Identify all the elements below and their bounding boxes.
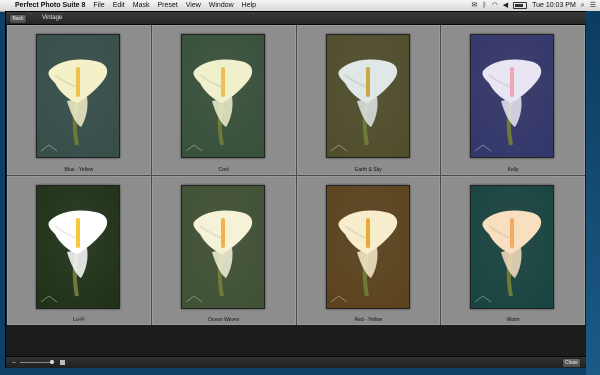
calla-lily-image — [326, 185, 409, 308]
volume-icon[interactable]: ◀ — [503, 0, 508, 11]
calla-lily-image — [471, 35, 554, 157]
toolbar: Back Vintage — [6, 12, 586, 25]
preset-thumbnail — [325, 34, 410, 158]
preset-thumbnail — [180, 184, 265, 309]
preset-cell[interactable]: Kelly — [441, 25, 585, 175]
desktop-background — [586, 11, 600, 375]
zoom-slider-knob[interactable] — [50, 360, 54, 364]
menu-mask[interactable]: Mask — [133, 0, 150, 11]
preset-label: Earth & Sky — [355, 166, 382, 173]
preset-thumbnail — [36, 184, 120, 309]
menubar-clock[interactable]: Tue 10:03 PM — [532, 0, 576, 11]
menu-file[interactable]: File — [93, 0, 104, 11]
preset-label: Ocean Waves — [208, 317, 240, 323]
menu-edit[interactable]: Edit — [113, 0, 125, 11]
calla-lily-image — [471, 185, 554, 308]
preset-label: Lo-Fi — [73, 317, 85, 323]
preset-cell[interactable]: Earth & Sky — [296, 25, 441, 175]
footer-bar: – Close — [6, 356, 586, 368]
menu-preset[interactable]: Preset — [157, 0, 177, 11]
preset-thumbnail — [325, 184, 410, 309]
battery-icon[interactable] — [513, 2, 528, 9]
calla-lily-image — [181, 35, 264, 157]
menu-help[interactable]: Help — [242, 0, 256, 11]
preset-cell[interactable]: Lo-Fi — [7, 175, 151, 325]
app-window: Back Vintage Blue - Yellow Cool Earth & … — [5, 11, 587, 368]
close-button[interactable]: Close — [562, 358, 581, 368]
panel-title: Vintage — [42, 15, 63, 21]
preset-label: Warm — [506, 317, 520, 323]
back-button[interactable]: Back — [9, 14, 27, 24]
calla-lily-image — [181, 185, 264, 308]
preset-thumbnail — [180, 34, 265, 158]
notification-center-icon[interactable]: ☰ — [590, 0, 596, 11]
calla-lily-image — [37, 185, 119, 308]
preset-grid: Blue - Yellow Cool Earth & Sky Kelly Lo-… — [7, 25, 585, 325]
wifi-icon[interactable]: ◠ — [492, 0, 498, 11]
app-name-menu[interactable]: Perfect Photo Suite 8 — [15, 0, 85, 11]
zoom-out-icon[interactable]: – — [12, 358, 16, 367]
preset-thumbnail — [36, 34, 120, 158]
preset-cell[interactable]: Blue - Yellow — [7, 25, 151, 175]
preset-label: Kelly — [507, 166, 519, 173]
preset-thumbnail — [470, 184, 555, 309]
mail-icon[interactable]: ✉ — [472, 0, 478, 11]
spotlight-search-icon[interactable]: ⌕ — [581, 0, 585, 11]
preset-thumbnail — [470, 34, 555, 158]
preset-cell[interactable]: Red - Yellow — [296, 175, 441, 325]
preset-cell[interactable]: Cool — [151, 25, 296, 175]
calla-lily-image — [37, 35, 119, 157]
preset-label: Red - Yellow — [354, 317, 383, 323]
preset-cell[interactable]: Warm — [441, 175, 585, 325]
preset-label: Cool — [218, 166, 229, 173]
preset-label: Blue - Yellow — [64, 166, 94, 173]
menu-view[interactable]: View — [186, 0, 201, 11]
preset-cell[interactable]: Ocean Waves — [151, 175, 296, 325]
bluetooth-icon[interactable]: ᛒ — [482, 0, 486, 11]
calla-lily-image — [326, 35, 409, 157]
zoom-in-icon[interactable] — [60, 360, 65, 365]
zoom-slider[interactable] — [20, 362, 54, 363]
menu-window[interactable]: Window — [209, 0, 234, 11]
content-empty-area — [7, 326, 585, 356]
